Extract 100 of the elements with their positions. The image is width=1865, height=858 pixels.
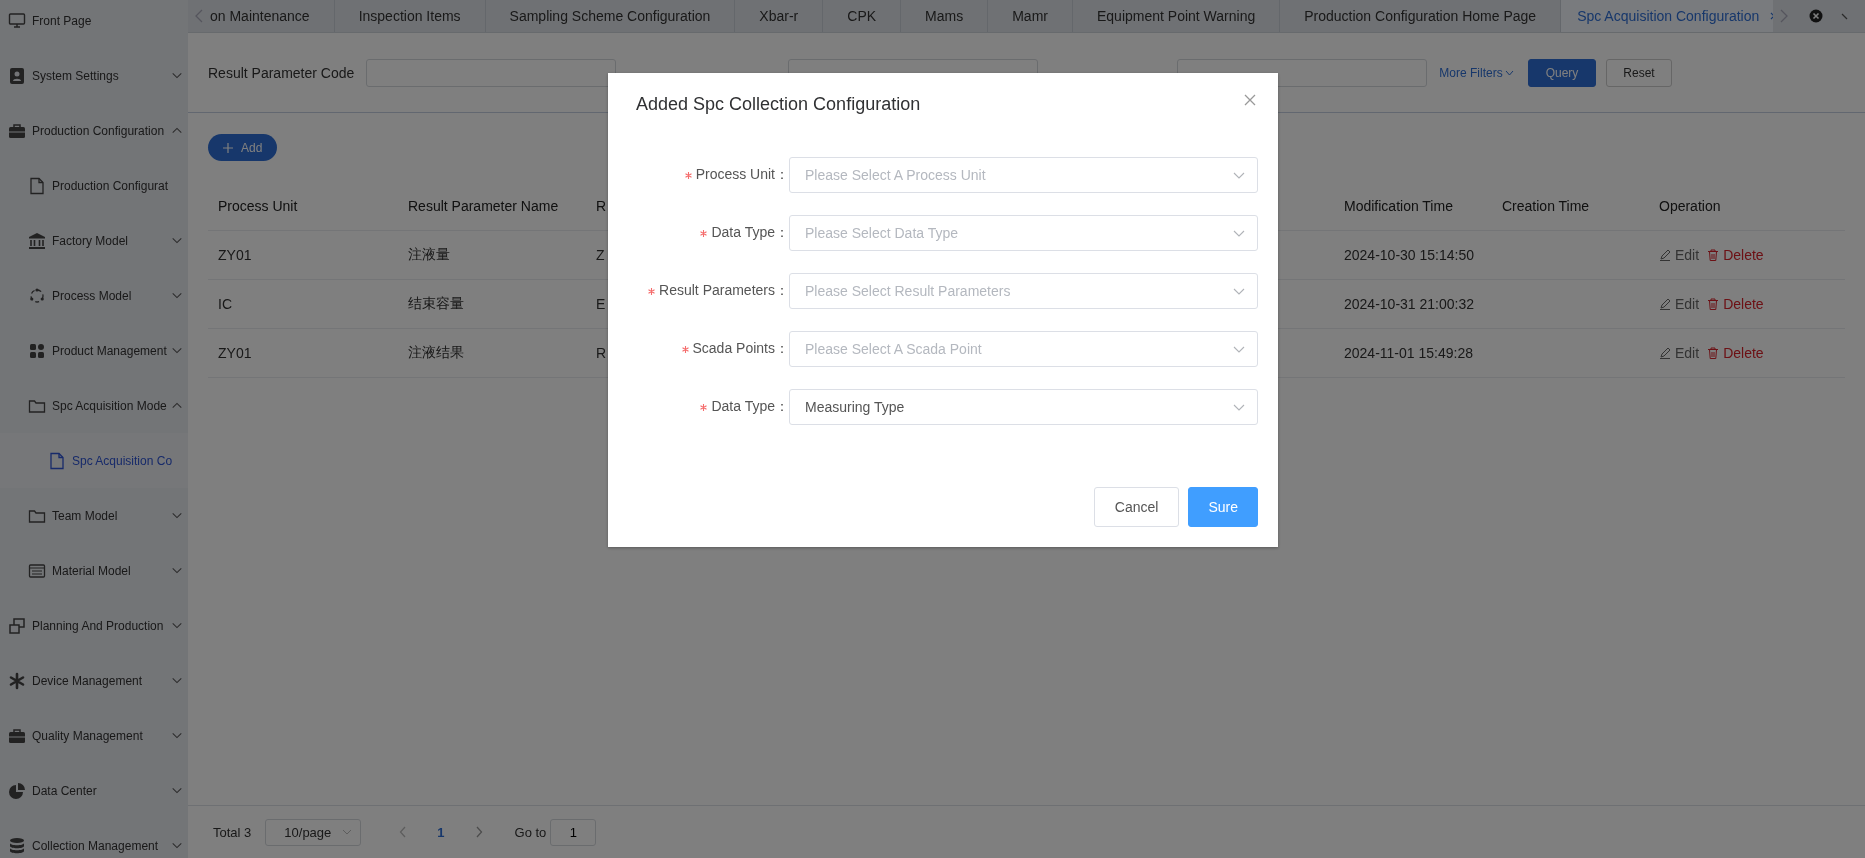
field-label: Scada Points： (692, 340, 789, 358)
menu-label: Front Page (32, 13, 92, 28)
monitor-icon (8, 11, 26, 30)
reset-button[interactable]: Reset (1606, 58, 1672, 87)
tab[interactable]: Inspection Items (334, 0, 486, 32)
tab[interactable]: Sampling Scheme Configuration (485, 0, 736, 32)
input-field[interactable] (366, 58, 617, 87)
sure-button[interactable]: Sure (1188, 487, 1258, 527)
sidebar-item[interactable]: Quality Management (0, 708, 188, 763)
sidebar-item[interactable]: Spc Acquisition Mode (0, 378, 188, 433)
chevron-left-icon[interactable] (399, 826, 408, 838)
trash-icon (1707, 346, 1720, 359)
tab[interactable]: Xbar-r (735, 0, 824, 32)
chevron-right-icon[interactable] (474, 826, 483, 838)
tab[interactable]: Equipment Point Warning (1072, 0, 1281, 32)
select-field[interactable]: Measuring Type (789, 389, 1258, 425)
tab[interactable]: Mamr (988, 0, 1073, 32)
dialog-title: Added Spc Collection Configuration (636, 93, 921, 115)
pencil-icon (1659, 248, 1671, 261)
delete-link[interactable]: Delete (1707, 295, 1764, 312)
select-field[interactable]: Please Select A Scada Point (789, 331, 1258, 367)
menu-label: Spc Acquisition Co (72, 453, 173, 468)
menu-label: Device Management (32, 673, 143, 688)
bank-icon (28, 231, 46, 250)
menu-label: Material Model (52, 563, 131, 578)
menu-label: Factory Model (52, 233, 129, 248)
sidebar-item[interactable]: Production Configuration (0, 103, 188, 158)
sidebar-item[interactable]: Team Model (0, 488, 188, 543)
menu-label: Spc Acquisition Mode (52, 398, 167, 413)
contact-card-icon (8, 66, 26, 85)
sidebar-item[interactable]: Front Page (0, 0, 188, 48)
file-icon (28, 176, 46, 195)
pencil-icon (1659, 346, 1671, 359)
trash-icon (1707, 297, 1720, 310)
select-field[interactable]: Please Select Result Parameters (789, 273, 1258, 309)
sidebar-item[interactable]: Factory Model (0, 213, 188, 268)
table-cell: E (596, 296, 606, 312)
sidebar-item[interactable]: Material Model (0, 543, 188, 598)
tab[interactable]: Mams (901, 0, 989, 32)
menu-label: Production Configuration (32, 123, 165, 138)
sidebar-item[interactable]: Process Model (0, 268, 188, 323)
briefcase-icon (8, 726, 26, 745)
tab[interactable]: on Maintenance (204, 0, 335, 32)
query-button[interactable]: Query (1527, 58, 1597, 87)
column-header: Operation (1649, 182, 1845, 231)
sidebar-item[interactable]: Planning And Production (0, 598, 188, 653)
menu-label: System Settings (32, 68, 119, 83)
column-header: Creation Time (1492, 182, 1649, 231)
tab[interactable]: Spc Acquisition Configuration (1561, 0, 1773, 32)
database-icon (8, 836, 26, 855)
sidebar-item[interactable]: System Settings (0, 48, 188, 103)
menu-label: Data Center (32, 783, 97, 798)
select-field[interactable]: Please Select A Process Unit (789, 157, 1258, 193)
list-icon (28, 561, 46, 580)
sidebar-item[interactable]: Device Management (0, 653, 188, 708)
cancel-button[interactable]: Cancel (1093, 487, 1180, 527)
field-label: Result Parameters： (659, 282, 789, 300)
table-cell: Z (596, 247, 605, 263)
field-label: Data Type： (711, 398, 789, 416)
table-cell: ZY01 (218, 345, 252, 361)
sidebar-item[interactable]: Data Center (0, 763, 188, 818)
file-icon (48, 451, 66, 470)
table-cell: 2024-11-01 15:49:28 (1344, 345, 1473, 361)
briefcase-icon (8, 121, 26, 140)
close-all-icon[interactable] (1809, 9, 1823, 23)
column-header: Modification Time (1334, 182, 1492, 231)
edit-link[interactable]: Edit (1659, 295, 1700, 312)
sidebar-item[interactable]: Collection Management (0, 818, 188, 858)
plus-icon (223, 142, 233, 153)
delete-link[interactable]: Delete (1707, 344, 1764, 361)
edit-link[interactable]: Edit (1659, 246, 1700, 263)
add-button[interactable]: Add (208, 134, 278, 161)
column-header: Result Parameter Name (398, 182, 586, 231)
sidebar-item[interactable]: Production Configurat (0, 158, 188, 213)
chevron-up-icon (171, 401, 183, 410)
menu-label: Collection Management (32, 838, 159, 853)
edit-link[interactable]: Edit (1659, 344, 1700, 361)
cycle-icon (28, 286, 46, 305)
goto-label: Go to (514, 824, 547, 840)
page-number[interactable]: 1 (437, 824, 445, 840)
trash-icon (1707, 248, 1720, 261)
menu-label: Quality Management (32, 728, 143, 743)
table-cell: R (596, 345, 607, 361)
table-cell: IC (218, 296, 232, 312)
asterisk-icon (8, 671, 26, 690)
close-icon[interactable] (1244, 94, 1256, 106)
chevron-left-icon (194, 8, 204, 24)
chevron-up-icon (171, 126, 183, 135)
delete-link[interactable]: Delete (1707, 246, 1764, 263)
page-input[interactable]: 1 (550, 818, 597, 846)
tab[interactable]: CPK (823, 0, 902, 32)
page-size-select[interactable]: 10/page (265, 818, 362, 846)
chevron-right-icon[interactable] (1779, 8, 1789, 24)
sidebar-item[interactable]: Product Management (0, 323, 188, 378)
more-filters-link[interactable]: More Filters (1439, 65, 1514, 80)
table-cell: 注液量 (408, 246, 450, 262)
select-field[interactable]: Please Select Data Type (789, 215, 1258, 251)
pie-chart-icon (8, 781, 26, 800)
pencil-icon (1659, 297, 1671, 310)
field-label: Process Unit： (695, 166, 789, 184)
